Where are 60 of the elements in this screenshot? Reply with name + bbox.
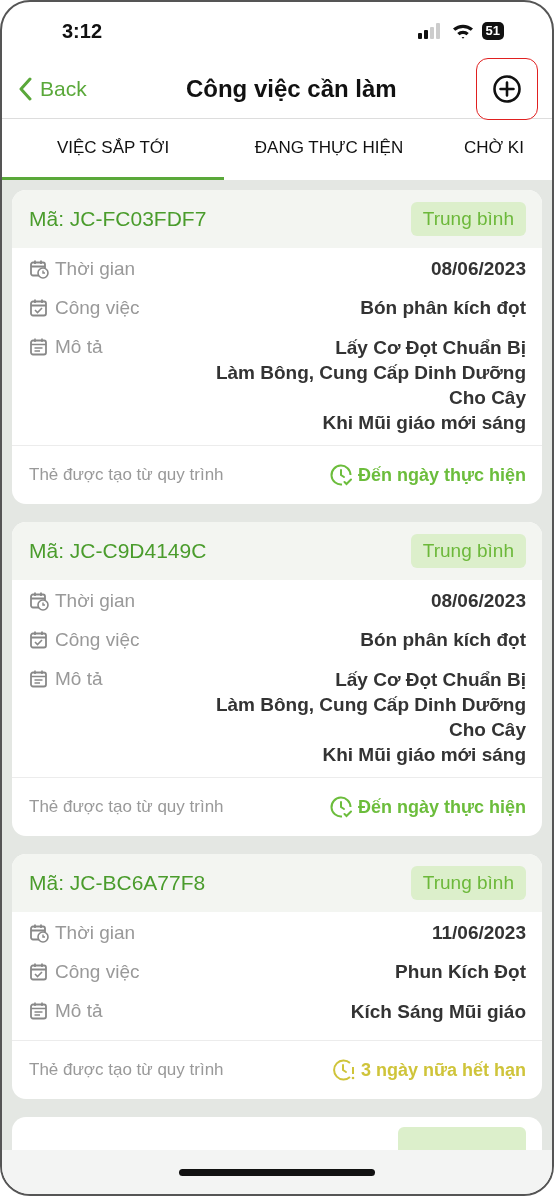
field-label: Mô tả xyxy=(55,335,103,358)
field-value: Bón phân kích đọt xyxy=(360,296,526,319)
task-status: 3 ngày nữa hết hạn xyxy=(360,1059,526,1081)
source-note: Thẻ được tạo từ quy trình xyxy=(29,465,224,485)
field-value: 08/06/2023 xyxy=(430,589,526,612)
clock-check-icon xyxy=(329,796,352,818)
field-value: Bón phân kích đọt xyxy=(360,628,526,651)
field-value: Lấy Cơ Đọt Chuẩn Bị xyxy=(335,336,526,360)
source-note: Thẻ được tạo từ quy trình xyxy=(29,1060,224,1080)
task-code: Mã: JC-FC03FDF7 xyxy=(29,207,207,231)
field-label: Công việc xyxy=(55,296,140,319)
task-card[interactable]: Mã: JC-BC6A77F8 Trung bình Thời gian 11/06/2023 Công việc Phun Kích Đọt Mô tả Kích Sáng Mũi giáo Thẻ được tạo từ quy trình 3 ngày nữa hết hạn xyxy=(12,854,542,1099)
calendar-check-icon xyxy=(29,297,49,318)
field-value: 08/06/2023 xyxy=(430,257,526,280)
field-value: Cho Cây xyxy=(448,386,526,410)
field-label: Mô tả xyxy=(55,667,103,690)
plus-circle-icon xyxy=(492,74,522,104)
task-status: Đến ngày thực hiện xyxy=(357,796,526,818)
field-label: Thời gian xyxy=(55,589,136,612)
field-value: Cho Cây xyxy=(448,718,526,742)
task-code: Mã: JC-BC6A77F8 xyxy=(29,871,206,895)
task-card[interactable] xyxy=(12,522,542,836)
calendar-clock-icon xyxy=(29,258,49,279)
field-label: Thời gian xyxy=(55,257,136,280)
wifi-icon xyxy=(451,23,474,39)
field-value: Làm Bông, Cung Cấp Dinh Dưỡng xyxy=(215,361,526,385)
tab[interactable]: CHỜ KI xyxy=(434,119,534,180)
source-note: Thẻ được tạo từ quy trình xyxy=(29,797,224,817)
calendar-check-icon xyxy=(29,629,49,650)
field-value: Làm Bông, Cung Cấp Dinh Dưỡng xyxy=(215,693,526,717)
field-label: Công việc xyxy=(55,628,140,651)
priority-badge: Trung bình xyxy=(410,866,526,900)
status-time: 3:12 xyxy=(62,19,103,43)
field-value: Khi Mũi giáo mới sáng xyxy=(322,411,526,435)
task-code: Mã: JC-C9D4149C xyxy=(29,539,207,563)
calendar-check-icon xyxy=(29,961,49,982)
battery-indicator: 51 xyxy=(481,22,504,40)
calendar-notes-icon xyxy=(29,336,49,357)
chevron-left-icon xyxy=(18,77,32,101)
task-card[interactable] xyxy=(12,190,542,504)
calendar-notes-icon xyxy=(29,1000,49,1021)
clock-alert-icon xyxy=(332,1059,355,1081)
page-title: Công việc cần làm xyxy=(185,75,397,103)
field-value: 11/06/2023 xyxy=(431,921,526,944)
clock-check-icon xyxy=(329,464,352,486)
add-button[interactable] xyxy=(476,58,538,120)
priority-badge: Trung bình xyxy=(410,202,526,236)
field-value: Lấy Cơ Đọt Chuẩn Bị xyxy=(335,668,526,692)
field-value: Khi Mũi giáo mới sáng xyxy=(322,743,526,767)
field-label: Mô tả xyxy=(55,999,103,1022)
task-status: Đến ngày thực hiện xyxy=(357,464,526,486)
field-value: Phun Kích Đọt xyxy=(395,960,526,983)
calendar-clock-icon xyxy=(29,922,49,943)
calendar-notes-icon xyxy=(29,668,49,689)
priority-badge: Trung bình xyxy=(410,534,526,568)
field-label: Thời gian xyxy=(55,921,136,944)
calendar-clock-icon xyxy=(29,590,49,611)
field-label: Công việc xyxy=(55,960,140,983)
field-value: Kích Sáng Mũi giáo xyxy=(350,1000,526,1024)
tab[interactable]: ĐANG THỰC HIỆN xyxy=(224,119,434,180)
